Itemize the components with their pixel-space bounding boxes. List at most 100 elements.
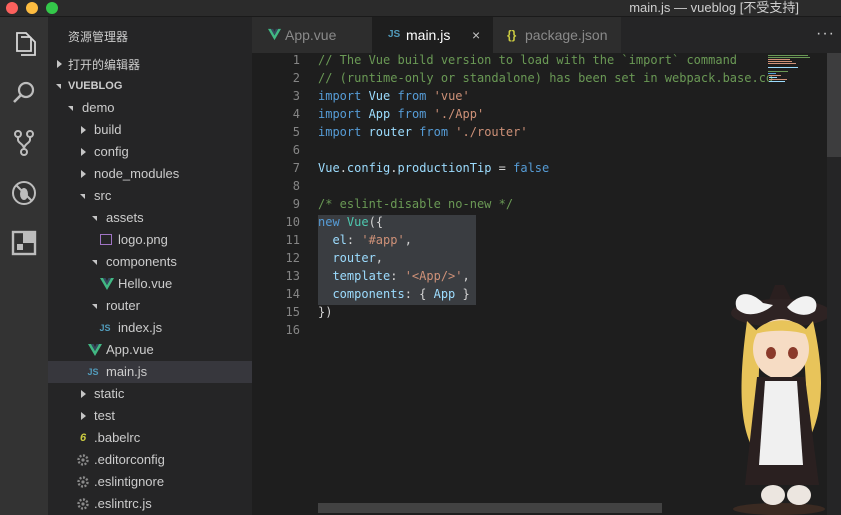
tree-item-label: src [94, 188, 112, 203]
tree-item-logo-png[interactable]: logo.png [48, 229, 252, 251]
chevron-down-icon [92, 260, 97, 265]
code-token: , [404, 233, 412, 247]
code-token: /* eslint-disable no-new */ [318, 197, 514, 211]
tree-item-build[interactable]: build [48, 119, 252, 141]
chevron-right-icon [57, 60, 62, 68]
tab-label: App.vue [285, 27, 337, 43]
gear-icon [77, 498, 89, 510]
tab-label: package.json [525, 27, 608, 43]
line-number: 12 [285, 251, 300, 265]
tree-item-label: demo [82, 100, 115, 115]
minimap[interactable] [766, 53, 810, 113]
line-number: 14 [285, 287, 300, 301]
files-icon[interactable] [8, 27, 40, 59]
activity-bar [0, 17, 48, 515]
tree-item-node-modules[interactable]: node_modules [48, 163, 252, 185]
code-editor[interactable]: 1 2 3 4 5 6 7 8 9 10 11 12 13 14 15 16 // The Vue build… [252, 53, 841, 515]
code-token: './router' [455, 125, 528, 139]
tab-app-vue[interactable]: App.vue [252, 17, 372, 53]
tree-item-config[interactable]: config [48, 141, 252, 163]
code-token: App [368, 107, 391, 121]
vertical-scrollbar[interactable] [827, 53, 841, 515]
code-line: new Vue({ [318, 215, 383, 229]
chevron-right-icon [81, 390, 86, 398]
code-token: : [346, 233, 362, 247]
code-token: el [318, 233, 347, 247]
code-line: }) [318, 305, 332, 319]
chevron-right-icon [81, 412, 86, 420]
line-number: 15 [285, 305, 300, 319]
tree-item-editorconfig[interactable]: .editorconfig [48, 449, 252, 471]
tree-item-src[interactable]: src [48, 185, 252, 207]
line-number: 7 [292, 161, 300, 175]
line-number: 2 [292, 71, 300, 85]
tree-item-babelrc[interactable]: 6 .babelrc [48, 427, 252, 449]
code-line: import Vue from 'vue' [318, 89, 470, 103]
code-token: import [318, 89, 369, 103]
tree-item-label: .eslintignore [94, 474, 165, 489]
chevron-right-icon [81, 148, 86, 156]
tree-item-eslintignore[interactable]: .eslintignore [48, 471, 252, 493]
code-token: '<App/>' [404, 269, 463, 283]
zoom-window-button[interactable] [46, 2, 58, 14]
minimize-window-button[interactable] [26, 2, 38, 14]
chevron-right-icon [81, 126, 86, 134]
tree-item-test[interactable]: test [48, 405, 252, 427]
line-number: 11 [285, 233, 300, 247]
code-token: ({ [368, 215, 384, 229]
tree-item-main-js[interactable]: JS main.js [48, 361, 252, 383]
code-line: el: '#app', [318, 233, 412, 247]
line-number: 8 [292, 179, 300, 193]
tab-package-json[interactable]: {} package.json [493, 17, 621, 53]
tree-item-label: index.js [118, 320, 163, 335]
tree-item-app-vue[interactable]: App.vue [48, 339, 252, 361]
search-icon[interactable] [8, 77, 40, 109]
tree-item-static[interactable]: static [48, 383, 252, 405]
explorer-title: 资源管理器 [68, 30, 129, 44]
close-tab-icon[interactable]: × [472, 27, 480, 43]
more-actions-icon[interactable]: ··· [816, 25, 835, 43]
code-token: from [390, 107, 434, 121]
open-editors-label: 打开的编辑器 [68, 58, 141, 72]
code-line: Vue.config.productionTip = false [318, 161, 549, 175]
extensions-icon[interactable] [8, 227, 40, 259]
line-number: 3 [292, 89, 300, 103]
line-number: 10 [285, 215, 300, 229]
code-token: Vue [346, 215, 369, 229]
chevron-down-icon [56, 84, 61, 89]
debug-icon[interactable] [8, 177, 40, 209]
tree-item-assets[interactable]: assets [48, 207, 252, 229]
gear-icon [77, 454, 89, 466]
tree-item-index-js[interactable]: JS index.js [48, 317, 252, 339]
code-line: // The Vue build version to load with th… [318, 53, 737, 67]
close-window-button[interactable] [6, 2, 18, 14]
project-section[interactable]: VUEBLOG [48, 75, 252, 97]
tree-item-eslintrc-js[interactable]: .eslintrc.js [48, 493, 252, 515]
tree-item-demo[interactable]: demo [48, 97, 252, 119]
tree-item-label: .babelrc [94, 430, 141, 445]
code-token: Vue [368, 89, 391, 103]
js-file-icon: JS [87, 367, 99, 377]
code-line: import router from './router' [318, 125, 528, 139]
horizontal-scrollbar-thumb[interactable] [318, 503, 662, 513]
gear-icon [77, 476, 89, 488]
tab-main-js[interactable]: JS main.js × [372, 17, 493, 53]
code-token: new [318, 215, 347, 229]
code-token: // The Vue build version to load with th… [318, 53, 738, 67]
code-token: false [513, 161, 550, 175]
code-token: // (runtime-only or standalone) has been… [318, 71, 774, 85]
code-token: App [433, 287, 456, 301]
code-token: : { [404, 287, 434, 301]
code-token: template [318, 269, 391, 283]
tree-item-hello-vue[interactable]: Hello.vue [48, 273, 252, 295]
tree-item-components[interactable]: components [48, 251, 252, 273]
tree-item-router[interactable]: router [48, 295, 252, 317]
tree-item-label: main.js [106, 364, 148, 379]
code-token: from [411, 125, 456, 139]
open-editors-section[interactable]: 打开的编辑器 [48, 53, 252, 75]
vertical-scrollbar-thumb[interactable] [827, 53, 841, 157]
source-control-icon[interactable] [8, 127, 40, 159]
code-line: import App from './App' [318, 107, 484, 121]
code-token: : [390, 269, 405, 283]
line-number: 1 [292, 53, 300, 67]
